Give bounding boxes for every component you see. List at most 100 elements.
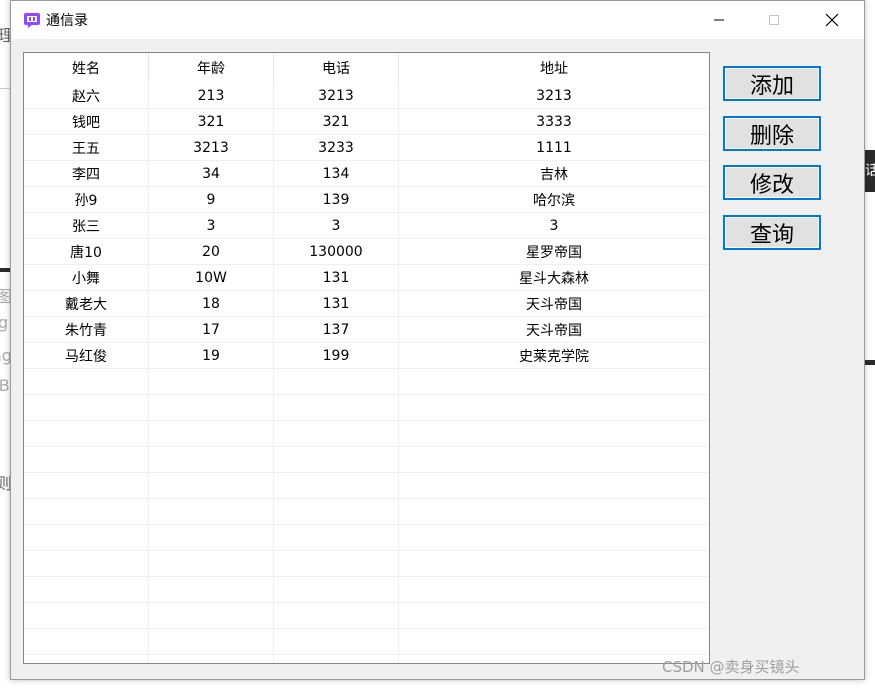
table-row[interactable]: 李四 34 134 吉林 [24, 161, 709, 187]
cell-name [24, 395, 149, 421]
background-panel [864, 360, 875, 365]
cell-phone: 137 [274, 317, 399, 343]
cell-age: 20 [149, 239, 274, 265]
cell-age: 3 [149, 213, 274, 239]
title-bar[interactable]: 通信录 [11, 1, 864, 39]
cell-address: 天斗帝国 [526, 323, 582, 339]
cell-name: 钱吧 [24, 109, 149, 135]
add-button[interactable]: 添加 [723, 66, 821, 101]
cell-address: 星斗大森林 [519, 271, 589, 287]
cell-name [24, 655, 149, 663]
cell-age [149, 525, 274, 551]
table-row[interactable]: 张三 3 3 3 [24, 213, 709, 239]
cell-name: 小舞 [24, 265, 149, 291]
cell-phone [274, 603, 399, 629]
cell-name: 张三 [24, 213, 149, 239]
contacts-window: 通信录 姓名 年龄 电话 地址 赵六 213 3213 3213 钱吧 321 321 333… [10, 0, 865, 680]
cell-age: 3213 [149, 135, 274, 161]
column-header-name[interactable]: 姓名 [24, 53, 149, 83]
cell-address: 天斗帝国 [526, 297, 582, 313]
cell-phone [274, 499, 399, 525]
cell-address [399, 473, 709, 499]
cell-age [149, 369, 274, 395]
cell-name [24, 525, 149, 551]
table-row[interactable]: 王五 3213 3233 1111 [24, 135, 709, 161]
edit-button[interactable]: 修改 [723, 165, 821, 200]
cell-phone [274, 447, 399, 473]
cell-address: 吉林 [540, 167, 568, 183]
table-row[interactable]: 朱竹青 17 137 天斗帝国 [24, 317, 709, 343]
cell-phone: 3233 [274, 135, 399, 161]
column-header-phone[interactable]: 电话 [274, 53, 399, 83]
background-divider [0, 88, 10, 89]
cell-phone: 3213 [274, 83, 399, 109]
cell-name [24, 551, 149, 577]
cell-phone: 321 [274, 109, 399, 135]
cell-name [24, 499, 149, 525]
cell-phone: 131 [274, 265, 399, 291]
query-button[interactable]: 查询 [723, 215, 821, 250]
empty-row [24, 603, 709, 629]
maximize-button[interactable] [751, 1, 797, 39]
empty-row [24, 473, 709, 499]
minimize-button[interactable] [696, 1, 742, 39]
cell-phone [274, 525, 399, 551]
table-row[interactable]: 孙9 9 139 哈尔滨 [24, 187, 709, 213]
cell-age: 213 [149, 83, 274, 109]
empty-row [24, 447, 709, 473]
cell-age [149, 473, 274, 499]
table-row[interactable]: 小舞 10W 131 星斗大森林 [24, 265, 709, 291]
cell-age: 34 [149, 161, 274, 187]
empty-row [24, 629, 709, 655]
cell-phone [274, 395, 399, 421]
table-row[interactable]: 钱吧 321 321 3333 [24, 109, 709, 135]
delete-button[interactable]: 删除 [723, 116, 821, 151]
cell-address [399, 551, 709, 577]
empty-row [24, 577, 709, 603]
cell-age: 18 [149, 291, 274, 317]
cell-name [24, 447, 149, 473]
cell-name: 王五 [24, 135, 149, 161]
cell-age: 19 [149, 343, 274, 369]
cell-age [149, 421, 274, 447]
cell-name [24, 421, 149, 447]
cell-name [24, 473, 149, 499]
app-icon [24, 13, 40, 28]
cell-phone: 139 [274, 187, 399, 213]
cell-phone: 131 [274, 291, 399, 317]
cell-age: 10W [149, 265, 274, 291]
cell-phone [274, 629, 399, 655]
contacts-list[interactable]: 姓名 年龄 电话 地址 赵六 213 3213 3213 钱吧 321 321 3333 王五 3… [23, 52, 710, 664]
window-title: 通信录 [46, 13, 88, 29]
table-row[interactable]: 唐10 20 130000 星罗帝国 [24, 239, 709, 265]
table-row[interactable]: 戴老大 18 131 天斗帝国 [24, 291, 709, 317]
cell-address [399, 421, 709, 447]
column-header-address[interactable]: 地址 [399, 53, 709, 83]
cell-address [399, 395, 709, 421]
cell-name: 戴老大 [24, 291, 149, 317]
empty-row [24, 421, 709, 447]
cell-name [24, 603, 149, 629]
column-header-age[interactable]: 年龄 [149, 53, 274, 83]
cell-phone [274, 369, 399, 395]
cell-name: 赵六 [24, 83, 149, 109]
cell-age [149, 499, 274, 525]
background-fragment: 话 [865, 163, 875, 179]
cell-address [399, 447, 709, 473]
cell-age: 9 [149, 187, 274, 213]
cell-address: 3333 [536, 114, 572, 130]
cell-phone [274, 577, 399, 603]
cell-phone [274, 421, 399, 447]
cell-age [149, 551, 274, 577]
cell-name: 唐10 [24, 239, 149, 265]
cell-address [399, 577, 709, 603]
maximize-icon [769, 15, 779, 25]
close-button[interactable] [809, 1, 855, 39]
table-row[interactable]: 马红俊 19 199 史莱克学院 [24, 343, 709, 369]
cell-age [149, 655, 274, 663]
cell-phone [274, 473, 399, 499]
background-fragment: IB [0, 376, 10, 395]
cell-age [149, 603, 274, 629]
cell-phone [274, 655, 399, 663]
table-row[interactable]: 赵六 213 3213 3213 [24, 83, 709, 109]
